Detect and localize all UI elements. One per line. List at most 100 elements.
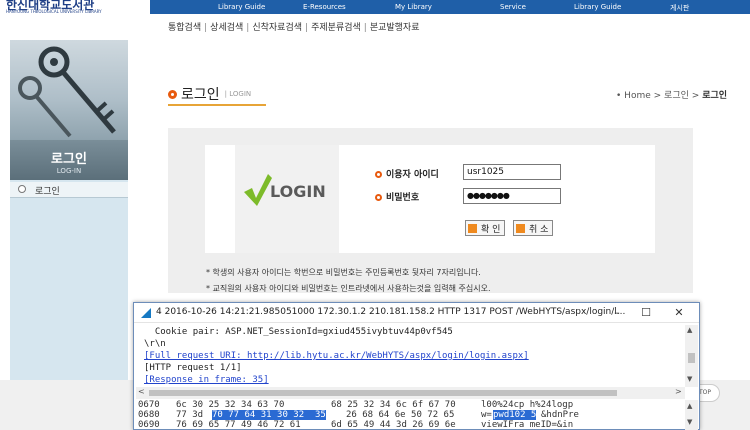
password-input[interactable]: ●●●●●●● [463,188,561,204]
hex-ascii-highlighted: pwd102 5 [493,410,537,420]
page: 한신대학교도서관 HANYOUNG THEOLOGICAL UNIVERSITY… [0,0,750,430]
subnav-integrated-search[interactable]: 통합검색 [168,23,201,33]
confirm-button-label: 확 인 [481,225,501,235]
confirm-button[interactable]: 확 인 [465,220,506,236]
hex-row: 0690 76 69 65 77 49 46 72 61 6d 65 49 44… [136,420,676,430]
sidebar-title: 로그인 LOG-IN [10,140,128,180]
window-title: 4 2016-10-26 14:21:21.985051000 172.30.1… [156,307,626,317]
login-note-student: * 학생의 사용자 아이디는 학번으로 비밀번호는 주민등록번호 뒷자리 7자리… [206,268,481,277]
title-bullet-icon [168,89,177,99]
user-id-label-text: 이용자 아이디 [386,170,439,180]
detail-line-request-uri[interactable]: [Full request URI: http://lib.hytu.ac.kr… [144,351,529,361]
hex-bytes-b: 68 25 32 34 6c 6f 67 70 [331,400,456,410]
login-image-text: LOGIN [270,182,326,201]
page-title-text: 로그인 [181,87,220,103]
scroll-up-icon[interactable]: ▲ [687,326,692,334]
user-id-label: 이용자 아이디 [375,167,439,180]
wireshark-fin-icon [141,308,151,318]
password-label-text: 비밀번호 [386,193,420,203]
label-bullet-icon [375,171,382,178]
hex-offset: 0670 [138,400,160,410]
hex-bytes-a: 77 3d [176,410,204,420]
arrow-icon [516,224,525,233]
title-underline [168,104,266,106]
breadcrumb-current: 로그인 [702,91,728,101]
detail-line-crlf: \r\n [144,339,166,349]
breadcrumb-separator: > [691,91,700,101]
cancel-button[interactable]: 취 소 [513,220,554,236]
arrow-icon [468,224,477,233]
sidebar-item-label: 로그인 [35,187,60,197]
close-button[interactable]: ✕ [667,305,691,321]
detail-horizontal-scrollbar[interactable]: < > [136,387,685,399]
subnav-separator: | [363,23,367,33]
scroll-thumb[interactable] [149,390,617,396]
breadcrumb-home[interactable]: • Home [616,91,651,101]
packet-bytes-pane[interactable]: 0670 6c 30 25 32 34 63 70 68 25 32 34 6c… [136,400,685,430]
hex-offset: 0690 [138,420,160,430]
packet-detail-pane[interactable]: Cookie pair: ASP.NET_SessionId=gxiud455i… [144,325,684,387]
hex-ascii: l00%24cp h%24logp [481,400,574,410]
search-subnav: 통합검색 | 상세검색 | 신착자료검색 | 주제분류검색 | 본교발행자료 [168,20,420,33]
sidebar-title-text: 로그인 [51,152,87,167]
label-bullet-icon [375,194,382,201]
subnav-school-publications[interactable]: 본교발행자료 [370,23,420,33]
scroll-down-icon[interactable]: ▼ [687,375,692,383]
hex-bytes-b: 6d 65 49 44 3d 26 69 6e [331,420,456,430]
logo-english-text: HANYOUNG THEOLOGICAL UNIVERSITY LIBRARY [6,9,102,14]
cancel-button-label: 취 소 [529,225,549,235]
nav-item-library-guide-2[interactable]: Library Guide [574,3,621,11]
bullet-icon [18,185,26,193]
key-icon [18,46,116,138]
checkmark-icon [244,174,272,206]
scroll-thumb[interactable] [688,353,695,363]
main-nav: Library Guide E-Resources My Library Ser… [150,0,750,14]
nav-item-my-library[interactable]: My Library [395,3,432,11]
password-label: 비밀번호 [375,190,419,203]
user-id-input[interactable]: usr1025 [463,164,561,180]
breadcrumb-separator: > [653,91,662,101]
login-note-staff: * 교직원의 사용자 아이디와 비밀번호는 인트라넷에서 사용하는것을 입력해 … [206,284,491,293]
hex-bytes-b: 26 68 64 6e 50 72 65 [346,410,455,420]
bytes-vertical-scrollbar[interactable]: ▲ ▼ [685,400,698,430]
detail-line-request-count: [HTTP request 1/1] [144,363,242,373]
breadcrumb-parent[interactable]: 로그인 [664,91,689,101]
scroll-left-icon[interactable]: < [138,387,145,396]
hex-row: 0680 77 3d 70 77 64 31 30 32 35 26 68 64… [136,410,676,420]
nav-item-board[interactable]: 게시판 [670,3,689,13]
sidebar-title-eng: LOG-IN [56,167,82,175]
scroll-down-icon[interactable]: ▼ [687,418,692,426]
subnav-new-arrivals[interactable]: 신착자료검색 [252,23,302,33]
hex-bytes-highlighted: 70 77 64 31 30 32 35 [212,410,326,420]
subnav-separator: | [204,23,208,33]
hex-bytes-a: 76 69 65 77 49 46 72 61 [176,420,301,430]
scroll-right-icon[interactable]: > [675,387,682,396]
top-bar: 한신대학교도서관 HANYOUNG THEOLOGICAL UNIVERSITY… [0,0,750,14]
sidebar-item-login[interactable]: 로그인 [10,182,128,198]
wireshark-packet-window: 4 2016-10-26 14:21:21.985051000 172.30.1… [133,302,700,430]
hex-ascii: w= [481,410,492,420]
detail-vertical-scrollbar[interactable]: ▲ ▼ [685,325,698,387]
detail-line-response-frame[interactable]: [Response in frame: 35] [144,375,269,385]
maximize-button[interactable]: ☐ [634,305,658,321]
subnav-detailed-search[interactable]: 상세검색 [210,23,243,33]
window-titlebar[interactable]: 4 2016-10-26 14:21:21.985051000 172.30.1… [134,303,699,323]
breadcrumb-home-label: Home [624,91,651,101]
scroll-up-icon[interactable]: ▲ [687,402,692,410]
subnav-separator: | [305,23,309,33]
hex-ascii: viewIFra meID=&in [481,420,574,430]
sidebar-key-image [10,40,128,140]
page-title-eng: LOGIN [229,90,252,98]
nav-item-library-guide[interactable]: Library Guide [218,3,265,11]
detail-line-cookie: Cookie pair: ASP.NET_SessionId=gxiud455i… [144,327,453,337]
hex-bytes-a: 6c 30 25 32 34 63 70 [176,400,285,410]
nav-item-service[interactable]: Service [500,3,526,11]
breadcrumb: • Home > 로그인 > 로그인 [616,88,727,101]
library-logo[interactable]: 한신대학교도서관 HANYOUNG THEOLOGICAL UNIVERSITY… [0,0,150,14]
subnav-subject-search[interactable]: 주제분류검색 [311,23,361,33]
hex-offset: 0680 [138,410,160,420]
nav-item-e-resources[interactable]: E-Resources [303,3,346,11]
minimize-button[interactable]: – [605,305,629,321]
hex-ascii-tail: &hdnPre [541,410,579,420]
subnav-separator: | [246,23,250,33]
